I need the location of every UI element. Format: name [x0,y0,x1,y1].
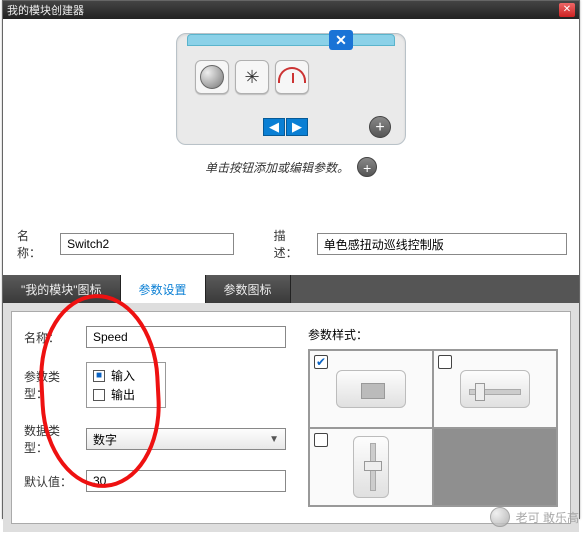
style-plug-checkbox[interactable]: ✔ [314,355,328,369]
tab-param-settings[interactable]: 参数设置 [121,275,206,303]
bottom-area: 名称： 参数类型： ■ 输入 输出 [3,303,579,532]
param-name-input[interactable] [86,326,286,348]
watermark-text: 老可 敢乐高 [516,509,579,526]
plug-icon [336,370,406,408]
block-desc-input[interactable] [317,233,567,255]
param-style-grid: ✔ [308,349,558,507]
param-form: 名称： 参数类型： ■ 输入 输出 [24,326,288,509]
close-icon: ✕ [563,5,571,15]
param-type-output-checkbox[interactable] [93,389,105,401]
param-panel: 名称： 参数类型： ■ 输入 输出 [11,311,571,524]
style-option-hslider[interactable] [433,350,557,428]
sensor-icon [195,60,229,94]
tab-myblock-icon[interactable]: "我的模块"图标 [3,275,121,303]
chevron-down-icon: ▼ [269,434,279,445]
param-type-input-label: 输入 [111,367,135,384]
block-close-tab[interactable]: ✕ [329,30,353,50]
block-icon-row: ✳ [195,60,309,94]
param-type-input-checkbox[interactable]: ■ [93,370,105,382]
hslider-icon [460,370,530,408]
name-desc-row: 名称： 描述： [17,227,567,261]
style-option-plug[interactable]: ✔ [309,350,433,428]
style-option-vslider[interactable] [309,428,433,506]
hint-row: 单击按钮添加或编辑参数。 + [176,157,406,177]
style-vslider-checkbox[interactable] [314,433,328,447]
param-datatype-label: 数据类型： [24,422,80,456]
param-type-group: ■ 输入 输出 [86,362,166,408]
desc-label: 描述： [274,227,309,261]
block-top-ribbon [187,34,395,46]
param-prev-button[interactable]: ◀ [263,118,285,136]
param-type-label: 参数类型： [24,368,80,402]
gauge-icon [275,60,309,94]
param-default-label: 默认值： [24,473,80,490]
style-hslider-checkbox[interactable] [438,355,452,369]
param-name-label: 名称： [24,329,80,346]
param-next-button[interactable]: ▶ [286,118,308,136]
name-label: 名称： [17,227,52,261]
param-style-col: 参数样式： ✔ [308,326,558,509]
watermark-icon [490,507,510,527]
spark-icon: ✳ [235,60,269,94]
hint-plus-icon[interactable]: + [357,157,377,177]
hint-text: 单击按钮添加或编辑参数。 [205,159,349,176]
block-name-input[interactable] [60,233,234,255]
tabs-row: "我的模块"图标 参数设置 参数图标 [3,275,579,303]
style-option-empty [433,428,557,506]
param-datatype-value: 数字 [93,431,117,448]
param-style-label: 参数样式： [308,326,558,343]
param-type-output-label: 输出 [111,386,135,403]
param-nav: ◀ ▶ [263,118,308,136]
param-datatype-select[interactable]: 数字 ▼ [86,428,286,450]
param-default-input[interactable] [86,470,286,492]
dialog-window: 我的模块创建器 ✕ ✕ ✳ + ◀ ▶ 单击按钮添加或编辑参数。 + 名称： [2,0,580,519]
window-title: 我的模块创建器 [7,2,84,18]
vslider-icon [353,436,389,498]
watermark: 老可 敢乐高 [490,507,579,527]
tab-param-icon[interactable]: 参数图标 [206,275,291,303]
titlebar: 我的模块创建器 ✕ [3,1,579,19]
block-preview: ✕ ✳ + ◀ ▶ [176,33,406,145]
add-parameter-plus-icon[interactable]: + [369,116,391,138]
window-close-button[interactable]: ✕ [559,3,575,17]
preview-area: ✕ ✳ + ◀ ▶ 单击按钮添加或编辑参数。 + 名称： 描述： [3,33,579,275]
